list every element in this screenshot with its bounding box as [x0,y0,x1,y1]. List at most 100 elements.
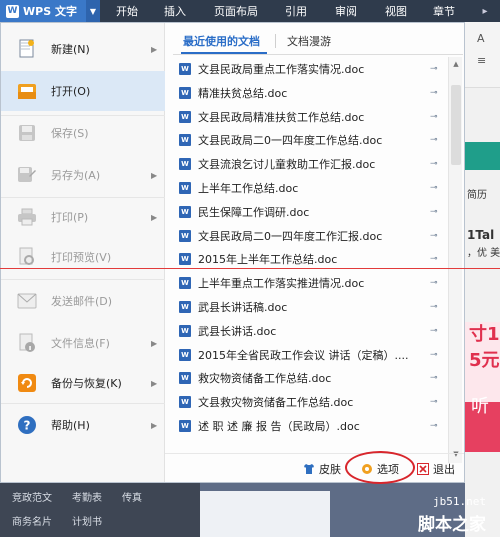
word-document-icon: W [179,63,191,75]
pin-icon[interactable]: ⊸ [430,183,438,193]
pin-icon[interactable]: ⊸ [430,112,438,122]
menu-divider [1,403,165,404]
pin-icon[interactable]: ⊸ [430,231,438,241]
recent-file-name: 2015年上半年工作总结.doc [198,253,338,267]
pin-icon[interactable]: ⊸ [430,326,438,336]
pin-icon[interactable]: ⊸ [430,159,438,169]
word-document-icon: W [179,301,191,313]
menu-label: 打印预览(V) [51,251,112,264]
tab-review[interactable]: 审阅 [335,0,357,22]
recent-file-name: 上半年工作总结.doc [198,182,299,195]
word-document-icon: W [179,182,191,194]
shirt-icon [303,463,315,475]
recent-file-item[interactable]: W 武县长讲话稿.doc ⊸ [171,295,447,319]
pin-icon[interactable]: ⊸ [430,350,438,360]
menu-label: 备份与恢复(K) [51,377,122,390]
menu-item-open[interactable]: 打开(O) [1,71,165,111]
recent-file-item[interactable]: W 文县民政局二0一四年度工作汇报.doc ⊸ [171,224,447,248]
list-icon[interactable]: ≡ [477,54,486,67]
recent-file-item[interactable]: W 文县民政局二0一四年度工作总结.doc ⊸ [171,128,447,152]
recent-file-item[interactable]: W 精准扶贫总结.doc ⊸ [171,81,447,105]
pin-icon[interactable]: ⊸ [430,88,438,98]
chevron-down-icon[interactable]: ▼ [86,0,100,22]
menu-item-print-preview[interactable]: 打印预览(V) [1,237,165,277]
recent-file-item[interactable]: W 文县民政局重点工作落实情况.doc ⊸ [171,57,447,81]
file-menu-panel: 新建(N) ▶ 打开(O) 保存(S) 另存为(A) ▶ 打印(P) ▶ 打印预… [0,22,465,483]
recent-file-item[interactable]: W 文县流浪乞讨儿童救助工作汇报.doc ⊸ [171,152,447,176]
tab-references[interactable]: 引用 [285,0,307,22]
menu-item-backup-restore[interactable]: 备份与恢复(K) ▶ [1,363,165,403]
annotation-circle [345,451,415,484]
pin-icon[interactable]: ⊸ [430,278,438,288]
template-item[interactable]: 竞政范文 [12,489,52,504]
ribbon-bar: W WPS 文字 ▼ 开始 插入 页面布局 引用 审阅 视图 章节 ▸ [0,0,500,22]
bg-text-ting: 听 [471,396,489,417]
scroll-up-icon[interactable]: ▲ [451,59,461,69]
wps-logo-icon: W [6,4,19,18]
pin-icon[interactable]: ⊸ [430,397,438,407]
exit-button[interactable]: 退出 [417,461,455,477]
menu-label: 发送邮件(D) [51,295,113,308]
menu-label: 打开(O) [51,85,91,98]
template-item[interactable]: 商务名片 [12,513,52,528]
recent-file-item[interactable]: W 武县长讲话.doc ⊸ [171,319,447,343]
pin-icon[interactable]: ⊸ [430,135,438,145]
font-a-icon[interactable]: A [477,32,485,45]
tab-page-layout[interactable]: 页面布局 [214,0,258,22]
pin-icon[interactable]: ⊸ [430,302,438,312]
pin-icon[interactable]: ⊸ [430,254,438,264]
menu-item-save-as[interactable]: 另存为(A) ▶ [1,155,165,195]
pin-icon[interactable]: ⊸ [430,421,438,431]
recent-file-item[interactable]: W 上半年工作总结.doc ⊸ [171,176,447,200]
menu-item-help[interactable]: ? 帮助(H) ▶ [1,405,165,445]
word-document-icon: W [179,134,191,147]
tab-home[interactable]: 开始 [116,0,138,22]
chevron-right-icon: ▶ [151,44,158,54]
recent-file-name: 精准扶贫总结.doc [198,86,288,100]
recent-file-item[interactable]: W 上半年重点工作落实推进情况.doc ⊸ [171,271,447,295]
printer-icon [17,207,37,227]
wps-app-button[interactable]: W WPS 文字 ▼ [0,0,100,22]
pin-icon[interactable]: ⊸ [430,64,438,74]
tab-document-roaming[interactable]: 文档漫游 [287,33,331,49]
chevron-right-icon: ▶ [151,170,158,180]
file-menu: 新建(N) ▶ 打开(O) 保存(S) 另存为(A) ▶ 打印(P) ▶ 打印预… [1,23,165,482]
recent-file-item[interactable]: W 救灾物资储备工作总结.doc ⊸ [171,366,447,390]
recent-file-name: 文县民政局精准扶贫工作总结.doc [198,110,365,124]
word-document-icon: W [179,86,191,99]
scroll-thumb[interactable] [451,85,461,165]
tab-section[interactable]: 章节 [433,0,455,22]
menu-item-print[interactable]: 打印(P) ▶ [1,197,165,237]
bg-text-tal: 1Tal [467,228,495,242]
bg-text-yuan: 5元 [469,350,500,371]
recent-file-item[interactable]: W 述 职 述 廉 报 告（民政局）.doc ⊸ [171,414,447,438]
save-icon [17,123,37,143]
menu-item-file-info[interactable]: 文件信息(F) ▶ [1,323,165,363]
template-item[interactable]: 传真 [122,489,142,504]
pin-icon[interactable]: ⊸ [430,207,438,217]
tab-view[interactable]: 视图 [385,0,407,22]
menu-item-save[interactable]: 保存(S) [1,113,165,153]
recent-file-item[interactable]: W 民生保障工作调研.doc ⊸ [171,200,447,224]
template-item[interactable]: 考勤表 [72,489,102,504]
more-icon[interactable]: ▸ [478,4,492,18]
menu-item-new[interactable]: 新建(N) ▶ [1,29,165,69]
tab-recent-documents[interactable]: 最近使用的文档 [183,33,260,49]
word-document-icon: W [179,205,191,218]
menu-item-send-email[interactable]: 发送邮件(D) [1,281,165,321]
chevron-right-icon: ▶ [151,420,158,430]
recent-file-item[interactable]: W 文县救灾物资储备工作总结.doc ⊸ [171,390,447,414]
annotation-line [0,268,500,269]
watermark-brand: 脚本之家 [418,515,486,535]
pin-icon[interactable]: ⊸ [430,373,438,383]
skin-button[interactable]: 皮肤 [303,461,341,477]
tab-insert[interactable]: 插入 [164,0,186,22]
template-item[interactable]: 计划书 [72,513,102,528]
scrollbar[interactable]: ▲ ▼ [448,57,462,463]
recent-file-item[interactable]: W 文县民政局精准扶贫工作总结.doc ⊸ [171,105,447,129]
save-as-icon [17,165,37,185]
word-document-icon: W [179,253,191,266]
recent-file-name: 述 职 述 廉 报 告（民政局）.doc [198,420,360,433]
recent-file-item[interactable]: W 2015年全省民政工作会议 讲话（定稿）.... ⊸ [171,343,447,367]
close-icon [417,463,429,475]
